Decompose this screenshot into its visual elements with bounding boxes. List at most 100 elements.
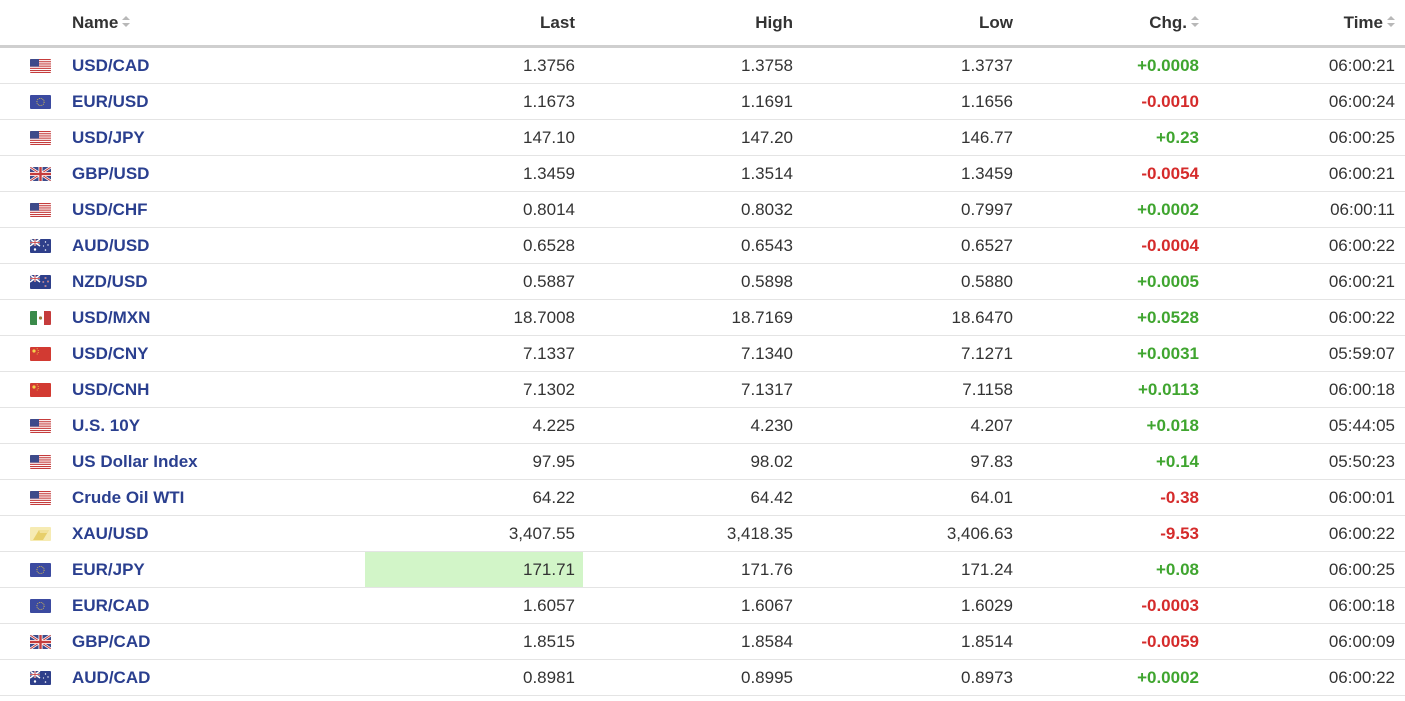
instrument-link[interactable]: AUD/USD	[72, 236, 149, 255]
low-cell: 64.01	[801, 479, 1021, 516]
instrument-link[interactable]: EUR/USD	[72, 92, 149, 111]
table-row[interactable]: US Dollar Index 97.95 98.02 97.83 +0.14 …	[0, 443, 1405, 480]
time-cell: 05:44:05	[1207, 407, 1405, 444]
high-cell: 0.8995	[583, 659, 801, 696]
instrument-link[interactable]: XAU/USD	[72, 524, 149, 543]
instrument-link[interactable]: USD/CAD	[72, 56, 149, 75]
last-cell: 0.5887	[365, 263, 583, 300]
last-cell: 0.6528	[365, 227, 583, 264]
instrument-link[interactable]: AUD/CAD	[72, 668, 150, 687]
instrument-link[interactable]: Crude Oil WTI	[72, 488, 184, 507]
uk-flag-icon	[30, 635, 51, 650]
low-cell: 0.8973	[801, 659, 1021, 696]
table-header: Name Last High Low Chg. Time	[0, 0, 1405, 48]
name-cell: USD/CNH	[64, 371, 365, 408]
uk-flag-icon	[30, 167, 51, 182]
instrument-link[interactable]: U.S. 10Y	[72, 416, 140, 435]
sort-icon[interactable]	[122, 15, 131, 27]
high-cell: 1.3514	[583, 155, 801, 192]
instrument-link[interactable]: US Dollar Index	[72, 452, 198, 471]
instrument-link[interactable]: NZD/USD	[72, 272, 148, 291]
quotes-table: Name Last High Low Chg. Time USD/CAD 1.3…	[0, 0, 1405, 696]
high-cell: 4.230	[583, 407, 801, 444]
flag-cell	[0, 119, 64, 156]
instrument-link[interactable]: USD/CNY	[72, 344, 149, 363]
instrument-link[interactable]: EUR/CAD	[72, 596, 149, 615]
change-cell: +0.018	[1021, 407, 1207, 444]
table-row[interactable]: XAU/USD 3,407.55 3,418.35 3,406.63 -9.53…	[0, 515, 1405, 552]
table-row[interactable]: USD/CHF 0.8014 0.8032 0.7997 +0.0002 06:…	[0, 191, 1405, 228]
time-cell: 06:00:21	[1207, 46, 1405, 84]
name-cell: EUR/CAD	[64, 587, 365, 624]
table-row[interactable]: USD/MXN 18.7008 18.7169 18.6470 +0.0528 …	[0, 299, 1405, 336]
instrument-link[interactable]: GBP/CAD	[72, 632, 150, 651]
low-column-header: Low	[801, 0, 1021, 48]
flag-cell	[0, 227, 64, 264]
flag-cell	[0, 659, 64, 696]
name-cell: USD/MXN	[64, 299, 365, 336]
low-cell: 0.5880	[801, 263, 1021, 300]
flag-cell	[0, 263, 64, 300]
flag-cell	[0, 515, 64, 552]
time-column-header[interactable]: Time	[1207, 0, 1405, 48]
high-cell: 171.76	[583, 551, 801, 588]
change-cell: +0.0031	[1021, 335, 1207, 372]
instrument-link[interactable]: USD/CNH	[72, 380, 149, 399]
table-row[interactable]: USD/CNH 7.1302 7.1317 7.1158 +0.0113 06:…	[0, 371, 1405, 408]
time-cell: 06:00:25	[1207, 551, 1405, 588]
time-header-label: Time	[1343, 12, 1383, 32]
table-row[interactable]: USD/JPY 147.10 147.20 146.77 +0.23 06:00…	[0, 119, 1405, 156]
low-cell: 1.1656	[801, 83, 1021, 120]
table-row[interactable]: EUR/JPY 171.71 171.76 171.24 +0.08 06:00…	[0, 551, 1405, 588]
low-cell: 18.6470	[801, 299, 1021, 336]
high-cell: 64.42	[583, 479, 801, 516]
table-body: USD/CAD 1.3756 1.3758 1.3737 +0.0008 06:…	[0, 46, 1405, 696]
time-cell: 06:00:11	[1207, 191, 1405, 228]
us-flag-icon	[30, 419, 51, 434]
low-cell: 1.3459	[801, 155, 1021, 192]
change-cell: +0.23	[1021, 119, 1207, 156]
table-row[interactable]: USD/CAD 1.3756 1.3758 1.3737 +0.0008 06:…	[0, 46, 1405, 84]
flag-cell	[0, 191, 64, 228]
last-cell: 147.10	[365, 119, 583, 156]
us-flag-icon	[30, 491, 51, 506]
flag-column-header	[0, 0, 64, 48]
flag-cell	[0, 299, 64, 336]
chg-header-label: Chg.	[1149, 12, 1187, 32]
instrument-link[interactable]: EUR/JPY	[72, 560, 145, 579]
last-column-header: Last	[365, 0, 583, 48]
time-cell: 05:50:23	[1207, 443, 1405, 480]
table-row[interactable]: U.S. 10Y 4.225 4.230 4.207 +0.018 05:44:…	[0, 407, 1405, 444]
table-row[interactable]: EUR/USD 1.1673 1.1691 1.1656 -0.0010 06:…	[0, 83, 1405, 120]
table-row[interactable]: USD/CNY 7.1337 7.1340 7.1271 +0.0031 05:…	[0, 335, 1405, 372]
table-row[interactable]: AUD/USD 0.6528 0.6543 0.6527 -0.0004 06:…	[0, 227, 1405, 264]
table-row[interactable]: NZD/USD 0.5887 0.5898 0.5880 +0.0005 06:…	[0, 263, 1405, 300]
instrument-link[interactable]: GBP/USD	[72, 164, 149, 183]
low-cell: 97.83	[801, 443, 1021, 480]
sort-icon[interactable]	[1191, 15, 1199, 27]
change-cell: -0.0010	[1021, 83, 1207, 120]
time-cell: 06:00:22	[1207, 227, 1405, 264]
flag-cell	[0, 83, 64, 120]
low-cell: 1.6029	[801, 587, 1021, 624]
instrument-link[interactable]: USD/MXN	[72, 308, 150, 327]
name-cell: USD/CAD	[64, 46, 365, 84]
name-column-header[interactable]: Name	[64, 0, 365, 48]
instrument-link[interactable]: USD/CHF	[72, 200, 148, 219]
table-row[interactable]: AUD/CAD 0.8981 0.8995 0.8973 +0.0002 06:…	[0, 659, 1405, 696]
last-cell: 97.95	[365, 443, 583, 480]
low-cell: 0.7997	[801, 191, 1021, 228]
sort-icon[interactable]	[1387, 15, 1395, 27]
time-cell: 06:00:21	[1207, 155, 1405, 192]
table-row[interactable]: EUR/CAD 1.6057 1.6067 1.6029 -0.0003 06:…	[0, 587, 1405, 624]
table-row[interactable]: Crude Oil WTI 64.22 64.42 64.01 -0.38 06…	[0, 479, 1405, 516]
table-row[interactable]: GBP/USD 1.3459 1.3514 1.3459 -0.0054 06:…	[0, 155, 1405, 192]
name-cell: EUR/JPY	[64, 551, 365, 588]
name-cell: Crude Oil WTI	[64, 479, 365, 516]
table-row[interactable]: GBP/CAD 1.8515 1.8584 1.8514 -0.0059 06:…	[0, 623, 1405, 660]
name-cell: EUR/USD	[64, 83, 365, 120]
instrument-link[interactable]: USD/JPY	[72, 128, 145, 147]
change-cell: +0.14	[1021, 443, 1207, 480]
low-cell: 4.207	[801, 407, 1021, 444]
chg-column-header[interactable]: Chg.	[1021, 0, 1207, 48]
